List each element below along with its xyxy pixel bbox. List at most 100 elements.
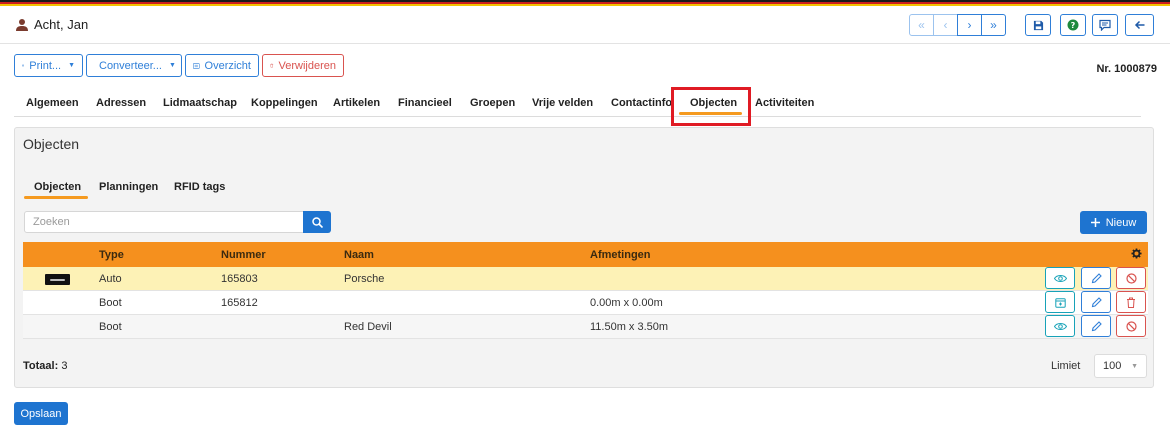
tab-vrije-velden[interactable]: Vrije velden bbox=[532, 97, 593, 109]
tab-financieel[interactable]: Financieel bbox=[398, 97, 452, 109]
trash-icon bbox=[270, 63, 274, 68]
view-button[interactable] bbox=[1045, 315, 1075, 337]
cell-afmetingen: 0.00m x 0.00m bbox=[590, 297, 663, 309]
save-icon-button[interactable] bbox=[1025, 14, 1051, 36]
tab-activiteiten[interactable]: Activiteiten bbox=[755, 97, 814, 109]
pencil-icon bbox=[1091, 296, 1102, 307]
previous-record-button[interactable]: ‹ bbox=[933, 14, 958, 36]
last-record-button[interactable]: » bbox=[981, 14, 1006, 36]
ban-icon bbox=[1125, 272, 1137, 284]
help-button[interactable]: ? bbox=[1060, 14, 1086, 36]
total-value: 3 bbox=[61, 360, 68, 372]
new-object-button[interactable]: Nieuw bbox=[1080, 211, 1147, 234]
overview-button[interactable]: Overzicht bbox=[185, 54, 259, 77]
cell-afmetingen: 11.50m x 3.50m bbox=[590, 321, 669, 333]
search-input[interactable] bbox=[24, 211, 304, 233]
edit-button[interactable] bbox=[1081, 291, 1111, 313]
objecten-panel: Objecten Objecten Planningen RFID tags N… bbox=[14, 127, 1154, 388]
cell-nummer: 165812 bbox=[221, 297, 258, 309]
tab-lidmaatschap[interactable]: Lidmaatschap bbox=[163, 97, 237, 109]
print-button[interactable]: Print... ▼ bbox=[14, 54, 83, 77]
limit-value: 100 bbox=[1103, 360, 1122, 372]
block-button[interactable] bbox=[1116, 315, 1146, 337]
edit-button[interactable] bbox=[1081, 267, 1111, 289]
pencil-icon bbox=[1091, 320, 1102, 331]
save-icon bbox=[1033, 20, 1043, 30]
table-row[interactable]: Auto 165803 Porsche bbox=[23, 267, 1148, 291]
tab-groepen[interactable]: Groepen bbox=[470, 97, 515, 109]
trash-icon bbox=[1127, 297, 1135, 308]
convert-label: Converteer... bbox=[99, 59, 162, 72]
overview-label: Overzicht bbox=[204, 59, 251, 72]
objects-table: Type Nummer Naam Afmetingen Auto 165803 … bbox=[23, 242, 1148, 339]
subtab-objecten[interactable]: Objecten bbox=[34, 181, 81, 193]
table-header: Type Nummer Naam Afmetingen bbox=[23, 242, 1148, 267]
cell-type: Auto bbox=[99, 273, 122, 285]
search-icon bbox=[311, 216, 323, 228]
record-number: Nr. 1000879 bbox=[1096, 63, 1157, 75]
column-naam[interactable]: Naam bbox=[344, 249, 374, 261]
active-subtab-indicator bbox=[24, 196, 88, 199]
delete-row-button[interactable] bbox=[1116, 291, 1146, 313]
pencil-icon bbox=[1091, 272, 1102, 283]
limit-select[interactable]: 100 ▼ bbox=[1094, 354, 1147, 378]
delete-button[interactable]: Verwijderen bbox=[262, 54, 344, 77]
column-afmetingen[interactable]: Afmetingen bbox=[590, 249, 651, 261]
new-label: Nieuw bbox=[1105, 216, 1137, 229]
total-count: Totaal: 3 bbox=[23, 360, 67, 372]
calendar-icon bbox=[1054, 297, 1066, 308]
subtab-planningen[interactable]: Planningen bbox=[99, 181, 158, 193]
search-button[interactable] bbox=[303, 211, 331, 233]
ban-icon bbox=[1125, 320, 1137, 332]
list-icon bbox=[193, 62, 200, 69]
chevron-down-icon: ▼ bbox=[1131, 362, 1138, 370]
cell-type: Boot bbox=[99, 321, 122, 333]
car-thumbnail bbox=[45, 274, 70, 285]
cell-naam: Red Devil bbox=[344, 321, 392, 333]
tab-algemeen[interactable]: Algemeen bbox=[26, 97, 79, 109]
cell-nummer: 165803 bbox=[221, 273, 258, 285]
title-bar: Acht, Jan « ‹ › » ? bbox=[0, 6, 1170, 44]
eye-icon bbox=[1053, 322, 1067, 330]
back-button[interactable] bbox=[1125, 14, 1154, 36]
convert-button[interactable]: Converteer... ▼ bbox=[86, 54, 182, 77]
arrow-left-icon bbox=[1134, 20, 1144, 30]
column-nummer[interactable]: Nummer bbox=[221, 249, 266, 261]
eye-icon bbox=[1053, 274, 1067, 282]
action-bar: Print... ▼ Converteer... ▼ Overzicht Ver… bbox=[0, 44, 1170, 88]
column-type[interactable]: Type bbox=[99, 249, 124, 261]
printer-icon bbox=[22, 64, 25, 67]
record-navigation: « ‹ › » bbox=[909, 14, 1006, 36]
total-label: Totaal: bbox=[23, 360, 59, 372]
first-record-button[interactable]: « bbox=[909, 14, 934, 36]
cell-type: Boot bbox=[99, 297, 122, 309]
next-record-button[interactable]: › bbox=[957, 14, 982, 36]
tab-contactinfo[interactable]: Contactinfo bbox=[611, 97, 672, 109]
main-tabs: Algemeen Adressen Lidmaatschap Koppeling… bbox=[14, 88, 1141, 117]
delete-label: Verwijderen bbox=[278, 59, 336, 72]
table-row[interactable]: Boot Red Devil 11.50m x 3.50m bbox=[23, 315, 1148, 339]
subtab-rfid-tags[interactable]: RFID tags bbox=[174, 181, 225, 193]
tab-artikelen[interactable]: Artikelen bbox=[333, 97, 380, 109]
edit-button[interactable] bbox=[1081, 315, 1111, 337]
table-row[interactable]: Boot 165812 0.00m x 0.00m bbox=[23, 291, 1148, 315]
schedule-button[interactable] bbox=[1045, 291, 1075, 313]
svg-text:?: ? bbox=[1071, 21, 1076, 30]
tab-koppelingen[interactable]: Koppelingen bbox=[251, 97, 318, 109]
print-label: Print... bbox=[29, 59, 62, 72]
cell-naam: Porsche bbox=[344, 273, 385, 285]
view-button[interactable] bbox=[1045, 267, 1075, 289]
tab-highlight-box bbox=[671, 87, 751, 126]
tab-adressen[interactable]: Adressen bbox=[96, 97, 146, 109]
page-title: Acht, Jan bbox=[34, 17, 89, 32]
gear-icon[interactable] bbox=[1131, 248, 1142, 259]
caret-down-icon: ▼ bbox=[68, 62, 75, 69]
panel-title: Objecten bbox=[23, 136, 80, 152]
comment-icon bbox=[1099, 19, 1111, 31]
limit-label: Limiet bbox=[1051, 360, 1081, 372]
comment-button[interactable] bbox=[1092, 14, 1118, 36]
block-button[interactable] bbox=[1116, 267, 1146, 289]
user-icon bbox=[16, 19, 28, 31]
plus-icon bbox=[1090, 218, 1100, 227]
save-button[interactable]: Opslaan bbox=[14, 402, 68, 425]
